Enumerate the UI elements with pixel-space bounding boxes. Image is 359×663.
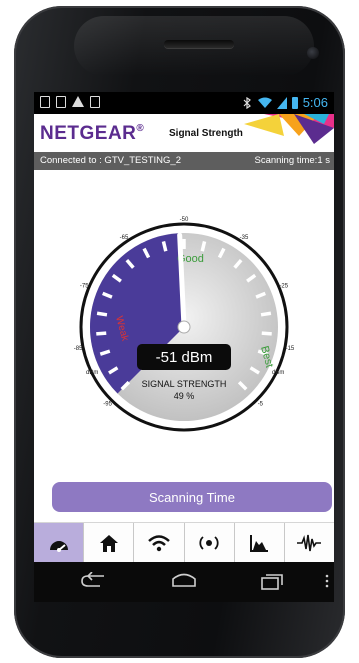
app-header: NETGEAR® Signal Strength <box>34 114 334 152</box>
gauge-dash <box>96 311 108 317</box>
connected-network: Connected to : GTV_TESTING_2 <box>40 155 181 166</box>
gauge-dash <box>96 331 107 336</box>
unit-right-label: dBm <box>272 370 284 376</box>
tab-home[interactable] <box>84 523 135 562</box>
gauge-tick-label: -85 <box>74 346 83 352</box>
warning-icon <box>72 96 84 107</box>
overflow-menu-icon[interactable] <box>324 572 330 590</box>
signal-gauge: -95 -85 -75 -65 -50 -35 -25 -15 -5 Good Best Wea… <box>34 172 334 432</box>
tab-channel-graph[interactable] <box>235 523 285 562</box>
front-camera <box>307 47 319 59</box>
gauge-tick-label: -75 <box>80 284 89 290</box>
gauge-dash <box>200 241 207 252</box>
unit-left-label: dBm <box>86 370 98 376</box>
earpiece-speaker <box>164 40 234 48</box>
waveform-icon <box>297 534 322 552</box>
signal-percent: 49 % <box>174 391 195 401</box>
bluetooth-icon <box>243 96 251 109</box>
back-icon[interactable] <box>80 572 106 590</box>
status-time: 5:06 <box>302 95 328 110</box>
needle-hub <box>177 320 191 334</box>
sim-icon <box>40 96 50 108</box>
image-notification-icon <box>56 96 66 108</box>
signal-strength-label: SIGNAL STRENGTH <box>142 379 227 389</box>
gauge-tick-label: -95 <box>103 401 112 407</box>
netgear-logo: NETGEAR® <box>40 123 145 144</box>
tab-wifi[interactable] <box>134 523 185 562</box>
home-icon <box>99 535 118 552</box>
gauge-tick-label: -65 <box>120 235 129 241</box>
scanning-time: Scanning time:1 s <box>254 155 330 166</box>
gauge-tick-label: -25 <box>279 284 288 290</box>
battery-icon <box>291 96 298 109</box>
gauge-dash <box>161 241 168 252</box>
target-icon <box>199 536 219 550</box>
bottom-toolbar <box>34 522 334 562</box>
gauge-icon <box>49 541 68 552</box>
scanning-time-button[interactable]: Scanning Time <box>52 482 332 512</box>
chart-icon <box>250 535 269 552</box>
download-notification-icon <box>90 96 100 108</box>
gauge-dash <box>260 311 272 317</box>
status-bar: 5:06 <box>34 92 334 114</box>
recent-apps-icon[interactable] <box>260 572 284 590</box>
gauge-dash <box>261 331 272 336</box>
connection-info-bar: Connected to : GTV_TESTING_2 Scanning ti… <box>34 152 334 170</box>
gauge-tick-label: -15 <box>286 346 295 352</box>
tab-signal-locator[interactable] <box>185 523 235 562</box>
gauge-tick-label: -50 <box>180 217 189 223</box>
gauge-tick-label: -5 <box>258 401 264 407</box>
tab-gauge[interactable] <box>34 523 85 562</box>
android-nav-bar <box>34 562 334 602</box>
wifi-icon <box>148 535 170 552</box>
tab-waveform[interactable] <box>285 523 334 562</box>
gauge-tick-label: -35 <box>240 235 249 241</box>
app-screen: 5:06 NETGEAR® Signal Strength Connected … <box>34 92 334 562</box>
wifi-status-icon <box>257 97 272 108</box>
home-nav-icon[interactable] <box>171 572 197 590</box>
cell-signal-icon <box>276 96 287 109</box>
dbm-reading: -51 dBm <box>156 349 213 366</box>
page-title: Signal Strength <box>169 128 243 139</box>
